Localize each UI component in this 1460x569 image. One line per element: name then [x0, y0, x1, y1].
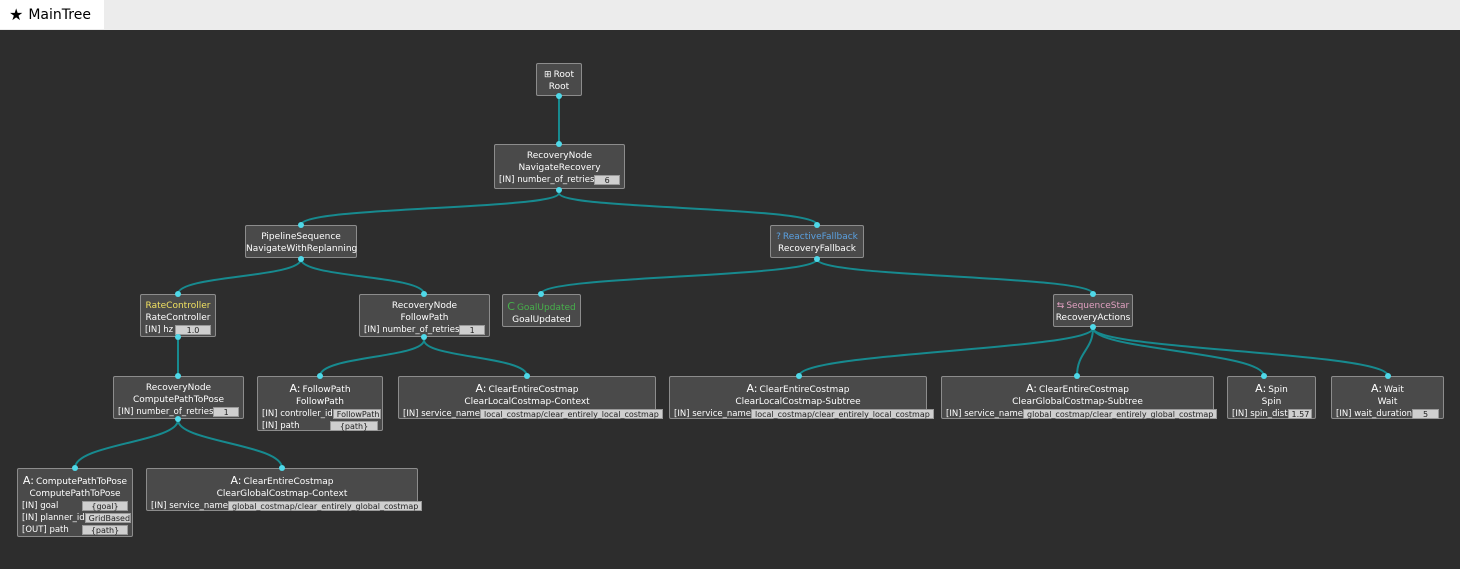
port-service-name: [IN] service_name global_costmap/clear_e…	[147, 500, 423, 512]
node-followpath-recovery[interactable]: RecoveryNode FollowPath [IN] number_of_r…	[359, 294, 490, 337]
port-path-out: [OUT] path {path}	[18, 524, 132, 536]
port-dot[interactable]	[279, 465, 285, 471]
node-rate-controller[interactable]: RateController RateController [IN] hz 1.…	[140, 294, 216, 337]
node-wait[interactable]: A: Wait Wait [IN] wait_duration 5	[1331, 376, 1444, 419]
port-dot[interactable]	[814, 222, 820, 228]
port-dot[interactable]	[1074, 373, 1080, 379]
action-icon: A:	[1371, 382, 1383, 395]
port-dot[interactable]	[175, 416, 181, 422]
action-icon: A:	[230, 474, 242, 487]
port-dot[interactable]	[814, 256, 820, 262]
port-planner-id: [IN] planner_id GridBased	[22, 513, 131, 523]
port-service-name: [IN] service_name local_costmap/clear_en…	[670, 408, 934, 420]
port-dot[interactable]	[538, 291, 544, 297]
port-dot[interactable]	[796, 373, 802, 379]
sequence-icon: ⇆	[1056, 301, 1065, 311]
fallback-icon: ?	[776, 232, 781, 242]
action-icon: A:	[1025, 382, 1038, 395]
tree-icon: ⊞	[544, 70, 552, 80]
node-clear-global-subtree[interactable]: A: ClearEntireCostmap ClearGlobalCostmap-…	[941, 376, 1218, 420]
link	[300, 192, 560, 226]
port-dot[interactable]	[175, 373, 181, 379]
action-icon: A:	[1255, 382, 1267, 395]
node-clear-local-context[interactable]: A: ClearEntireCostmap ClearLocalCostmap-C…	[398, 376, 663, 420]
link	[74, 419, 179, 469]
port-wait-duration: [IN] wait_duration 5	[1332, 408, 1443, 420]
node-clear-local-subtree[interactable]: A: ClearEntireCostmap ClearLocalCostmap-S…	[669, 376, 934, 420]
tab-label: MainTree	[28, 6, 91, 23]
port-dot[interactable]	[556, 141, 562, 147]
port-service-name: [IN] service_name global_costmap/clear_e…	[942, 408, 1218, 420]
node-compute-recovery[interactable]: RecoveryNode ComputePathToPose [IN] numb…	[113, 376, 244, 419]
port-goal: [IN] goal {goal}	[18, 500, 132, 512]
port-dot[interactable]	[298, 256, 304, 262]
port-dot[interactable]	[1385, 373, 1391, 379]
tab-maintree[interactable]: ★ MainTree	[0, 0, 104, 29]
port-service-name: [IN] service_name local_costmap/clear_en…	[399, 408, 663, 420]
link	[540, 258, 818, 295]
node-compute-path-action[interactable]: A: ComputePathToPose ComputePathToPose [I…	[17, 468, 133, 537]
link	[423, 339, 528, 377]
condition-icon: C	[507, 300, 515, 313]
port-dot[interactable]	[317, 373, 323, 379]
port-spin-dist: [IN] spin_dist 1.57	[1228, 408, 1315, 420]
link	[1092, 327, 1389, 377]
port-number-of-retries: [IN] number_of_retries 6	[495, 174, 624, 186]
port-controller-id: [IN] controller_id FollowPath	[262, 409, 381, 419]
action-icon: A:	[746, 382, 758, 395]
link	[319, 339, 425, 377]
node-root[interactable]: ⊞ Root Root	[536, 63, 582, 96]
port-dot[interactable]	[298, 222, 304, 228]
link	[300, 258, 425, 295]
star-icon: ★	[9, 5, 24, 24]
node-pipeline-sequence[interactable]: PipelineSequence NavigateWithReplanning	[245, 225, 357, 258]
link	[558, 192, 818, 226]
port-dot[interactable]	[175, 291, 181, 297]
node-goal-updated[interactable]: C GoalUpdated GoalUpdated	[502, 294, 581, 327]
link	[177, 258, 302, 295]
link	[798, 327, 1094, 377]
node-spin[interactable]: A: Spin Spin [IN] spin_dist 1.57	[1227, 376, 1316, 419]
action-icon: A:	[22, 474, 34, 487]
node-clear-global-context[interactable]: A: ClearEntireCostmap ClearGlobalCostmap-…	[146, 468, 423, 512]
node-followpath-action[interactable]: A: FollowPath FollowPath [IN] controller_…	[257, 376, 383, 431]
link	[816, 258, 1094, 295]
port-path: [IN] path {path}	[258, 420, 382, 432]
port-dot[interactable]	[72, 465, 78, 471]
tab-bar: ★ MainTree	[0, 0, 1460, 30]
port-dot[interactable]	[556, 187, 562, 193]
port-dot[interactable]	[556, 93, 562, 99]
node-sequence-star[interactable]: ⇆ SequenceStar RecoveryActions	[1053, 294, 1133, 327]
node-reactive-fallback[interactable]: ? ReactiveFallback RecoveryFallback	[770, 225, 864, 258]
port-dot[interactable]	[1090, 291, 1096, 297]
port-dot[interactable]	[1090, 324, 1096, 330]
port-dot[interactable]	[1261, 373, 1267, 379]
action-icon: A:	[289, 382, 301, 395]
tree-canvas[interactable]: ⊞ Root Root RecoveryNode NavigateRecovery…	[0, 30, 1460, 569]
port-dot[interactable]	[421, 291, 427, 297]
action-icon: A:	[475, 382, 487, 395]
node-navigate-recovery[interactable]: RecoveryNode NavigateRecovery [IN] numbe…	[494, 144, 625, 189]
port-dot[interactable]	[524, 373, 530, 379]
port-dot[interactable]	[421, 334, 427, 340]
port-dot[interactable]	[175, 334, 181, 340]
